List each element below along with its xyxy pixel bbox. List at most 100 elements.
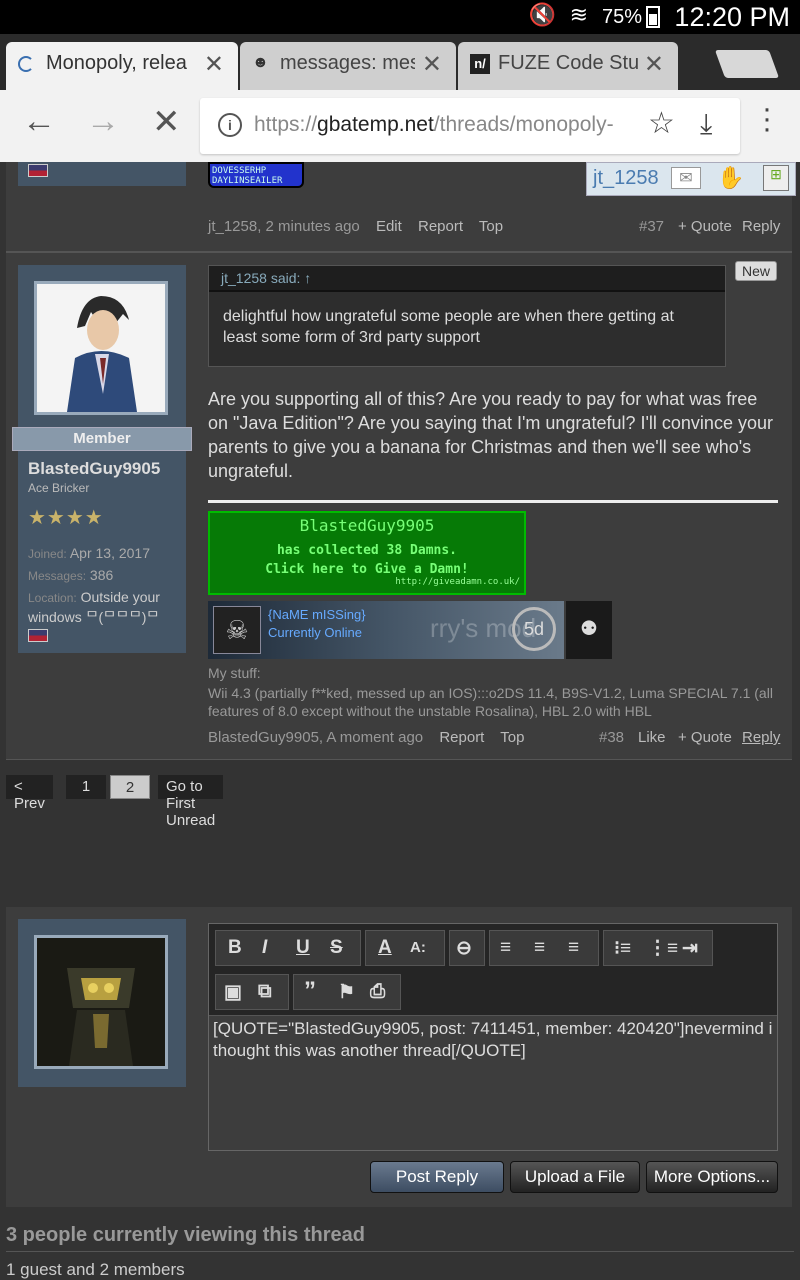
my-stuff-label: My stuff: [208, 665, 261, 681]
reply-textarea[interactable]: [QUOTE="BlastedGuy9905, post: 7411451, m… [209, 1016, 777, 1150]
indent-icon[interactable]: ⇥ [682, 937, 698, 960]
userbar-name: jt_1258 [593, 167, 659, 189]
top-link[interactable]: Top [479, 218, 503, 235]
post-author-time[interactable]: jt_1258, 2 minutes ago [208, 218, 360, 235]
url-text[interactable]: https://gbatemp.net/threads/monopoly- [254, 113, 644, 137]
info-icon[interactable]: i [218, 113, 242, 137]
report-link[interactable]: Report [439, 729, 484, 746]
username[interactable]: BlastedGuy9905 [28, 459, 160, 479]
online-status-banner[interactable]: ☠ {NaME mISSing} Currently Online rry's … [208, 601, 564, 659]
quick-reply: B I U S A A: ⊖ ≡ ≡ ≡ ⁝≡ ⋮≡ ⇥ ▣ ⧉ ” ⚑ ⎙ [… [6, 907, 792, 1207]
add-friend-icon[interactable]: ⚉ [566, 601, 612, 659]
page-1-button[interactable]: 1 [66, 775, 106, 799]
post-meta: BlastedGuy9905, A moment ago Report Top … [208, 729, 788, 746]
tab-strip: Monopoly, relea ✕ ☻ messages: mes ✕ n/ F… [0, 34, 800, 90]
reply-link[interactable]: Reply [742, 729, 780, 746]
quote-header[interactable]: jt_1258 said: ↑ [209, 266, 725, 292]
quote-link[interactable]: + Quote [678, 218, 732, 235]
numbered-list-icon[interactable]: ⋮≡ [648, 937, 678, 960]
reddit-icon: ☻ [252, 54, 269, 71]
mute-icon: 🔇 [528, 2, 556, 27]
edit-link[interactable]: Edit [376, 218, 402, 235]
user-title: Ace Bricker [28, 481, 90, 495]
stop-loading-icon[interactable]: ✕ [152, 102, 181, 142]
wifi-icon: ≋ [569, 2, 588, 27]
tab-fuze[interactable]: n/ FUZE Code Stud ✕ [458, 42, 678, 90]
post-38: Member BlastedGuy9905 Ace Bricker ★★★★ J… [6, 252, 792, 760]
reply-avatar-image [37, 938, 165, 1066]
bookmark-star-icon[interactable]: ☆ [648, 106, 675, 141]
upload-file-button[interactable]: Upload a File [510, 1161, 640, 1193]
font-group: A A: [365, 930, 445, 966]
post-number[interactable]: #38 [599, 729, 624, 746]
battery-percent: 75% [601, 6, 642, 28]
forward-arrow-icon[interactable]: → [86, 102, 120, 141]
battery-icon [646, 6, 660, 28]
clock: 12:20 PM [674, 2, 790, 32]
font-color-button[interactable]: A [378, 937, 392, 959]
bold-button[interactable]: B [228, 937, 242, 959]
signature-divider [208, 500, 778, 503]
browser-toolbar: ← → ✕ i https://gbatemp.net/threads/mono… [0, 90, 800, 162]
like-link[interactable]: Like [638, 729, 666, 746]
underline-button[interactable]: U [296, 937, 310, 959]
add-user-icon: ⊞ [763, 165, 789, 191]
report-link[interactable]: Report [418, 218, 463, 235]
bullet-list-icon[interactable]: ⁝≡ [614, 937, 631, 960]
new-tab-button[interactable] [714, 50, 780, 78]
font-size-button[interactable]: A: [410, 939, 426, 956]
flag-icon [28, 629, 48, 642]
align-center-icon[interactable]: ≡ [534, 937, 545, 959]
avatar-image [37, 284, 165, 412]
loading-spinner-icon [18, 56, 34, 72]
strikethrough-button[interactable]: S [330, 937, 343, 959]
prev-page-button[interactable]: < Prev [6, 775, 53, 812]
download-icon[interactable]: ⤓ [700, 108, 712, 141]
fuze-icon: n/ [470, 54, 490, 74]
align-group: ≡ ≡ ≡ [489, 930, 599, 966]
editor: B I U S A A: ⊖ ≡ ≡ ≡ ⁝≡ ⋮≡ ⇥ ▣ ⧉ ” ⚑ ⎙ [… [208, 923, 778, 1151]
tab-monopoly[interactable]: Monopoly, relea ✕ [6, 42, 238, 90]
give-a-damn-banner[interactable]: BlastedGuy9905 has collected 38 Damns. C… [208, 511, 526, 595]
code-icon[interactable]: ⎙ [370, 981, 385, 1003]
quote-icon[interactable]: ” [304, 977, 316, 1005]
flag-button-icon[interactable]: ⚑ [338, 981, 355, 1004]
list-group: ⁝≡ ⋮≡ ⇥ [603, 930, 713, 966]
close-icon[interactable]: ✕ [204, 50, 224, 79]
url-bar[interactable]: i https://gbatemp.net/threads/monopoly- … [200, 98, 740, 154]
page-2-current[interactable]: 2 [110, 775, 150, 799]
overflow-menu-icon[interactable]: · · · [762, 94, 772, 144]
back-arrow-icon[interactable]: ← [22, 102, 56, 141]
viewers-title: 3 people currently viewing this thread [6, 1224, 794, 1252]
online-name: {NaME mISSing} [268, 607, 366, 622]
tab-messages[interactable]: ☻ messages: mes ✕ [240, 42, 456, 90]
reply-avatar[interactable] [34, 935, 168, 1069]
viewers-detail: 1 guest and 2 members [6, 1260, 185, 1279]
reply-user-block [18, 919, 186, 1087]
post-reply-button[interactable]: Post Reply [370, 1161, 504, 1193]
more-options-button[interactable]: More Options... [646, 1161, 778, 1193]
user-block: Member BlastedGuy9905 Ace Bricker ★★★★ J… [12, 265, 192, 653]
new-badge: New [735, 261, 778, 281]
tab-label: Monopoly, relea [46, 52, 187, 74]
link-icon[interactable]: ⊖ [456, 937, 472, 960]
userbar-jt1258[interactable]: jt_1258 ✉ ✋ ⊞ [586, 162, 796, 196]
first-unread-button[interactable]: Go to First Unread [158, 775, 224, 829]
align-left-icon[interactable]: ≡ [500, 937, 511, 959]
media-icon[interactable]: ⧉ [258, 981, 272, 1003]
tab-label: messages: mes [280, 52, 415, 74]
reply-link[interactable]: Reply [742, 218, 780, 235]
top-link[interactable]: Top [500, 729, 524, 746]
post-author-time[interactable]: BlastedGuy9905, A moment ago [208, 729, 423, 746]
close-icon[interactable]: ✕ [422, 50, 442, 79]
align-right-icon[interactable]: ≡ [568, 937, 579, 959]
link-group: ⊖ [449, 930, 485, 966]
avatar[interactable] [34, 281, 168, 415]
close-icon[interactable]: ✕ [644, 50, 664, 79]
online-badge: 5d [512, 607, 556, 651]
image-icon[interactable]: ▣ [224, 981, 242, 1004]
quote-link[interactable]: + Quote [678, 729, 732, 746]
italic-button[interactable]: I [262, 937, 267, 959]
mail-icon: ✉ [671, 167, 701, 189]
post-number[interactable]: #37 [639, 218, 664, 235]
